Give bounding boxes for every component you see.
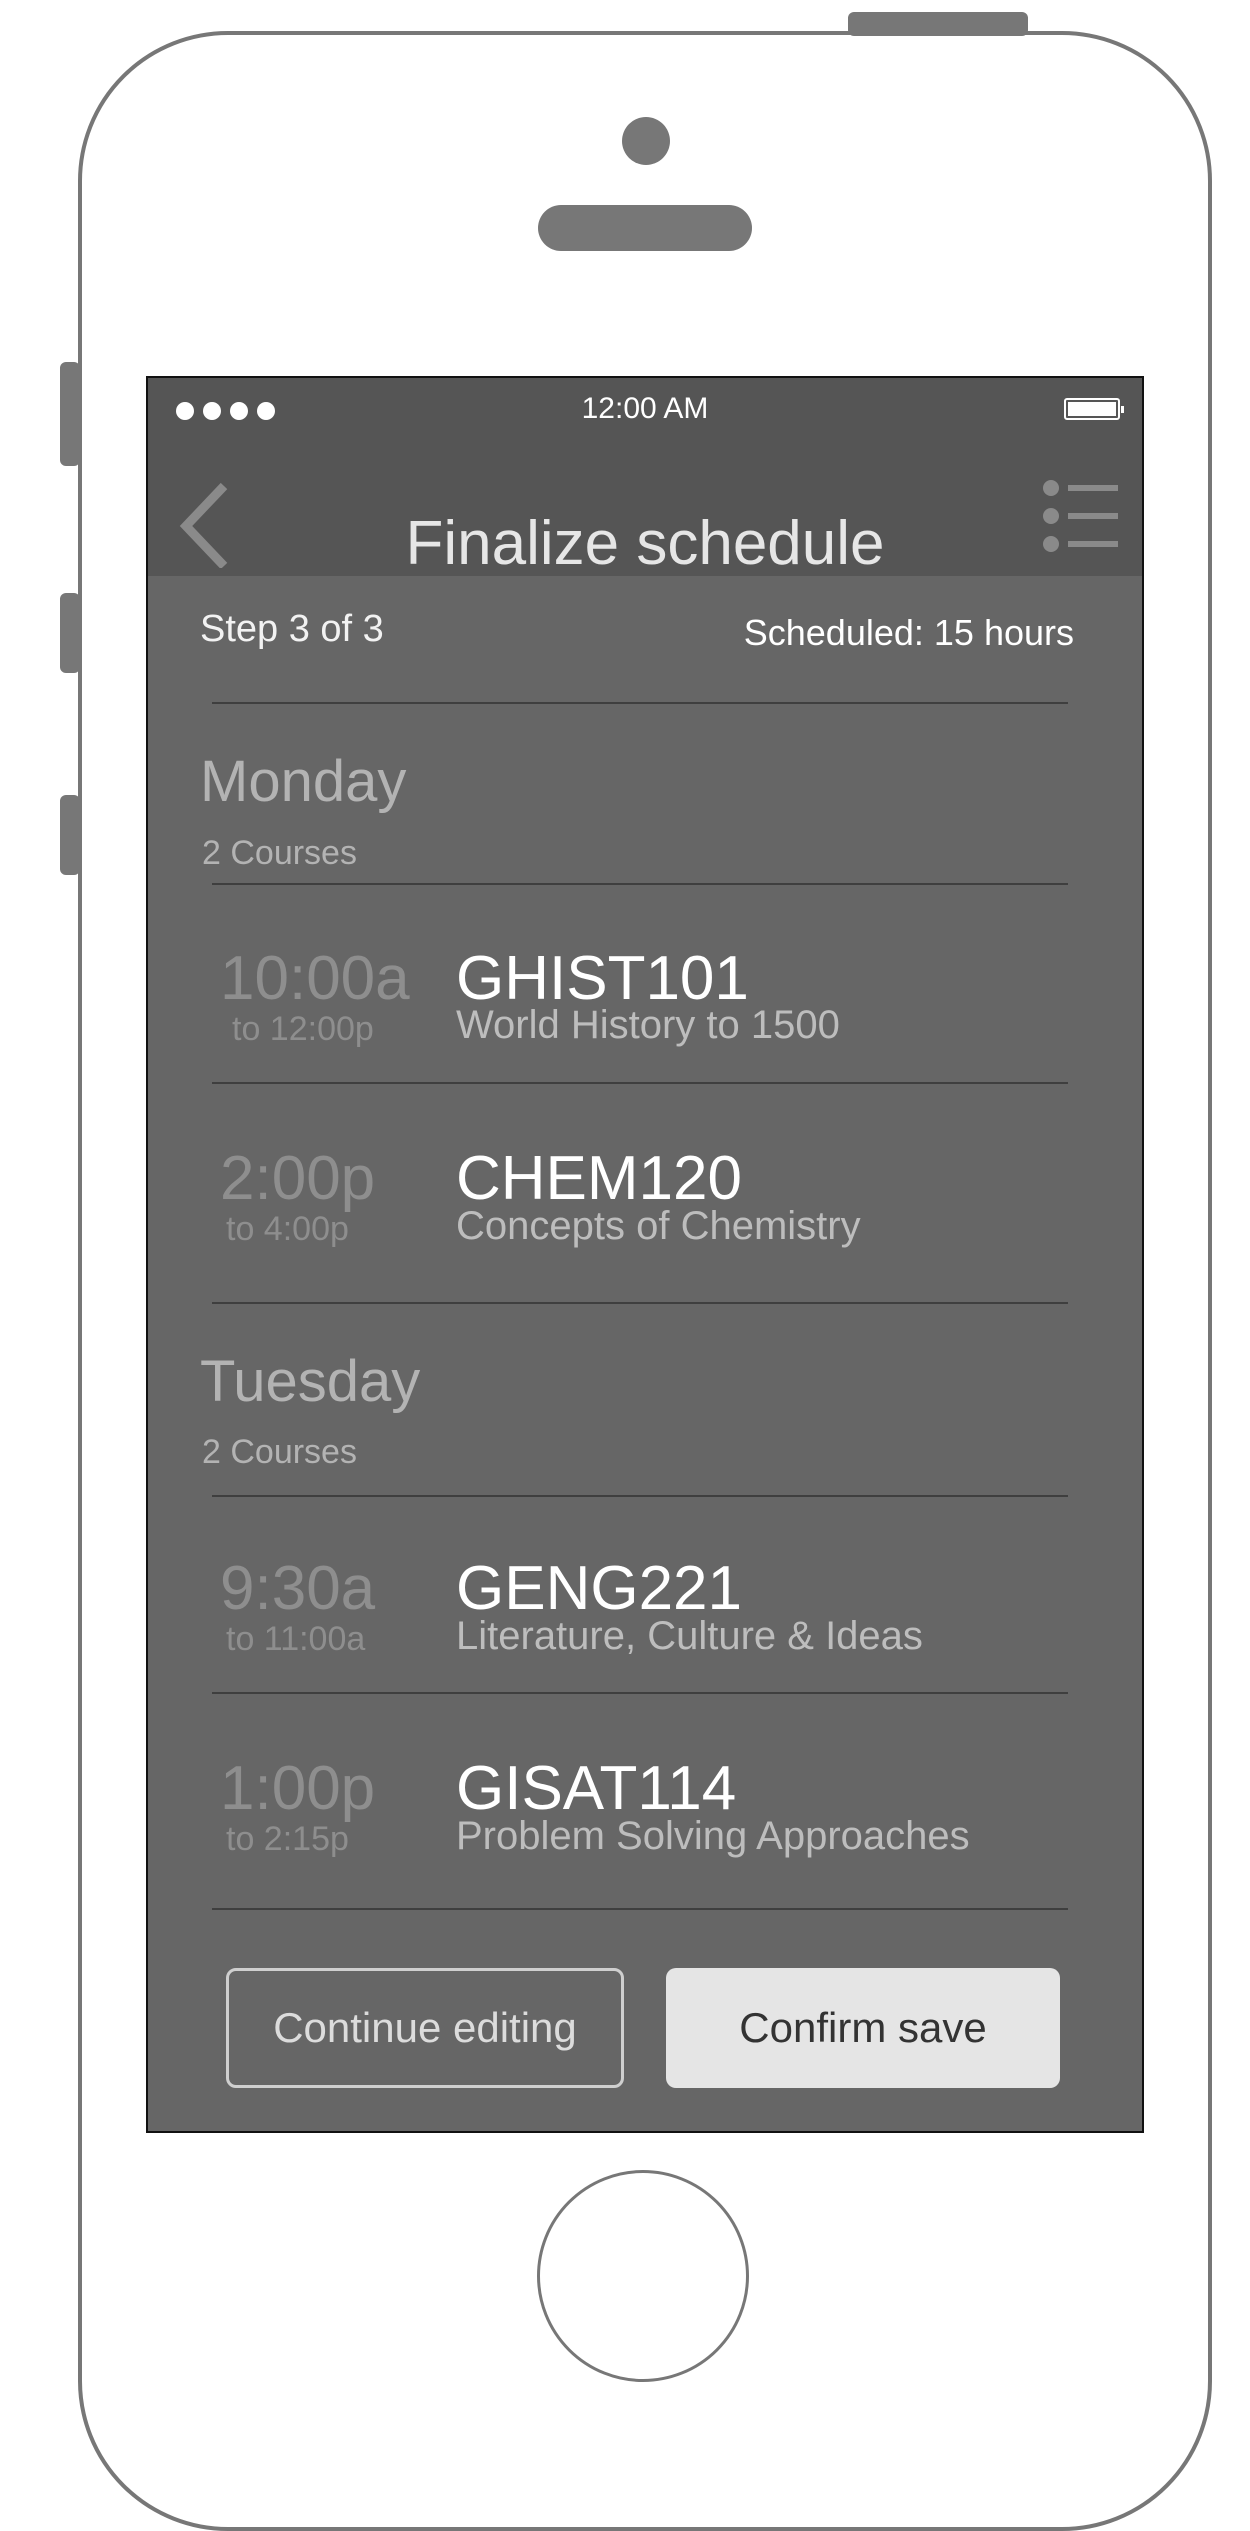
- course-start-time: 10:00a: [220, 944, 410, 1013]
- divider: [212, 1692, 1068, 1694]
- status-bar: 12:00 AM: [148, 378, 1142, 438]
- course-title: Literature, Culture & Ideas: [456, 1614, 923, 1658]
- course-end-time: to 2:15p: [226, 1820, 349, 1858]
- home-button[interactable]: [537, 2170, 749, 2382]
- front-camera: [622, 117, 670, 165]
- course-end-time: to 11:00a: [226, 1620, 366, 1658]
- day-heading-monday: Monday: [200, 749, 407, 814]
- continue-editing-button[interactable]: Continue editing: [226, 1968, 624, 2088]
- divider: [212, 702, 1068, 704]
- day-course-count: 2 Courses: [202, 1433, 357, 1471]
- status-time: 12:00 AM: [581, 392, 709, 425]
- scheduled-hours: Scheduled: 15 hours: [743, 612, 1074, 653]
- divider: [212, 1908, 1068, 1910]
- step-indicator: Step 3 of 3: [200, 608, 384, 650]
- nav-bar: Finalize schedule: [148, 438, 1142, 578]
- course-start-time: 1:00p: [220, 1754, 376, 1823]
- divider: [212, 1495, 1068, 1497]
- divider: [212, 1302, 1068, 1304]
- course-end-time: to 4:00p: [226, 1210, 349, 1248]
- course-title: World History to 1500: [456, 1003, 840, 1047]
- course-start-time: 9:30a: [220, 1554, 376, 1623]
- course-end-time: to 12:00p: [232, 1010, 374, 1048]
- earpiece-speaker: [538, 205, 752, 251]
- volume-down-button: [60, 795, 80, 875]
- divider: [212, 883, 1068, 885]
- course-start-time: 2:00p: [220, 1144, 376, 1213]
- app-screen: 12:00 AM Finalize schedule Step 3 of 3 S…: [146, 376, 1144, 2133]
- day-course-count: 2 Courses: [202, 834, 357, 872]
- divider: [212, 1082, 1068, 1084]
- day-heading-tuesday: Tuesday: [200, 1349, 421, 1414]
- mute-switch: [60, 362, 80, 466]
- page-title: Finalize schedule: [405, 509, 885, 578]
- confirm-save-button[interactable]: Confirm save: [666, 1968, 1060, 2088]
- progress-bar: Step 3 of 3 Scheduled: 15 hours: [148, 576, 1142, 696]
- course-title: Problem Solving Approaches: [456, 1814, 970, 1858]
- power-button: [848, 12, 1028, 36]
- volume-up-button: [60, 593, 80, 673]
- course-title: Concepts of Chemistry: [456, 1204, 861, 1248]
- battery-icon: [1064, 398, 1124, 420]
- list-icon[interactable]: [1042, 478, 1118, 554]
